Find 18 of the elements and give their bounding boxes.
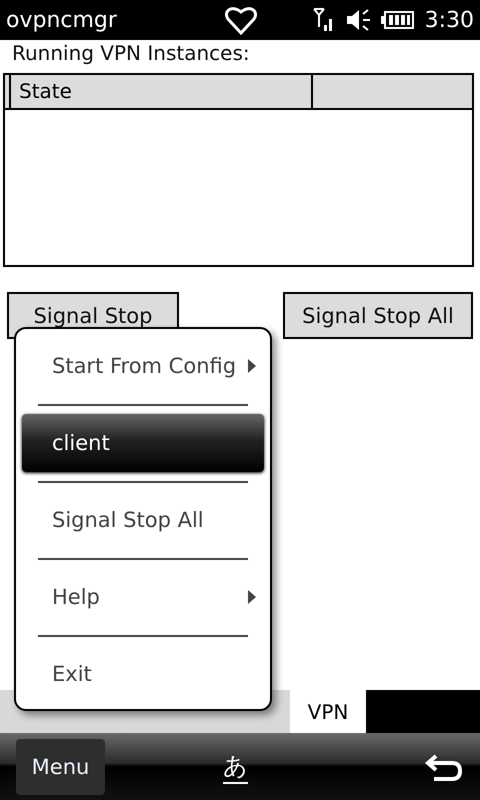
input-mode-key[interactable]: あ (223, 750, 248, 784)
battery-icon (380, 10, 415, 30)
tab[interactable]: VPN (290, 690, 366, 733)
back-icon[interactable] (424, 752, 464, 782)
speaker-icon (344, 8, 371, 32)
column-header[interactable]: State (11, 75, 313, 108)
menu-item[interactable]: Start From Config (22, 337, 264, 395)
menu-item[interactable]: Signal Stop All (22, 491, 264, 549)
instances-label: Running VPN Instances: (11, 40, 251, 67)
menu-softkey[interactable]: Menu (16, 738, 105, 794)
app-title: ovpncmgr (6, 8, 118, 32)
heart-icon (225, 5, 257, 35)
menu-item[interactable]: Exit (22, 645, 264, 703)
signal-icon (312, 7, 335, 33)
menu-item[interactable]: Help (22, 568, 264, 626)
menu-item[interactable]: client (22, 414, 264, 472)
signal-button[interactable]: Signal Stop All (283, 292, 473, 339)
clock-time: 3:30 (424, 8, 474, 32)
